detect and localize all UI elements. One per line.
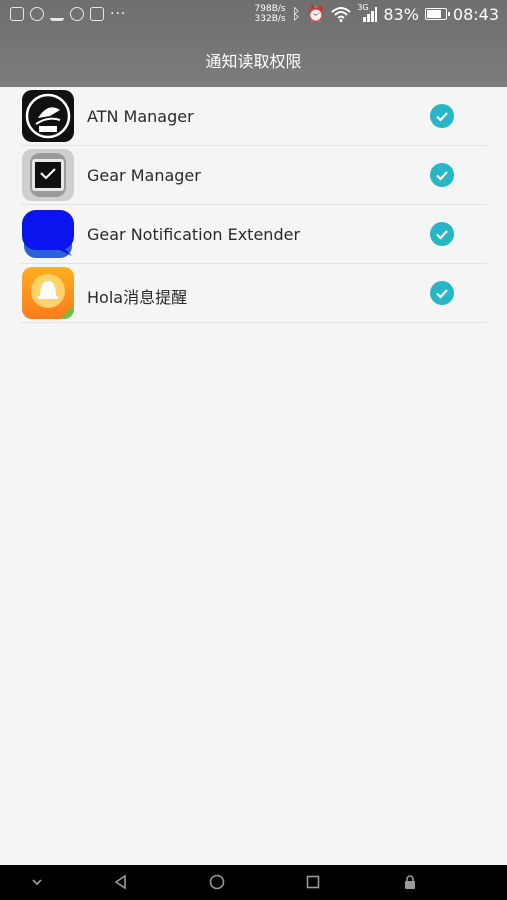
recents-icon[interactable] — [305, 874, 321, 894]
check-icon[interactable] — [430, 281, 454, 305]
more-notifications-icon: ··· — [110, 6, 127, 22]
app-name: Hola消息提醒 — [87, 288, 188, 307]
bluetooth-icon: ᛒ — [291, 5, 301, 23]
navigation-bar — [0, 865, 507, 900]
app-list: ATN Manager Gear Manager Gear Notificati… — [20, 87, 487, 323]
net-down: 798B/s — [254, 4, 286, 14]
atn-icon — [70, 7, 84, 21]
gear-manager-icon — [22, 149, 74, 201]
signal-icon: 3G — [357, 3, 378, 23]
hola-icon — [22, 267, 74, 319]
app-header: ··· 798B/s 332B/s ᛒ ⏰ 3G 83% 08:43 通知读取权… — [0, 0, 507, 87]
status-bar: ··· 798B/s 332B/s ᛒ ⏰ 3G 83% 08:43 — [0, 0, 507, 32]
network-speed: 798B/s 332B/s — [255, 4, 286, 24]
wifi-icon — [331, 7, 351, 22]
battery-percent: 83% — [383, 4, 419, 24]
check-icon[interactable] — [430, 104, 454, 128]
weather-icon — [30, 7, 44, 21]
gallery-icon — [10, 7, 24, 21]
watch-icon — [90, 7, 104, 21]
battery-icon — [424, 8, 450, 20]
page-title: 通知读取权限 — [205, 52, 302, 71]
notification-icons: ··· — [10, 7, 126, 21]
clock: 08:43 — [452, 4, 499, 24]
crown-icon — [50, 7, 64, 21]
gear-notification-extender-icon — [22, 208, 74, 260]
list-item[interactable]: Gear Manager — [20, 146, 487, 205]
app-name: Gear Manager — [87, 166, 201, 185]
atn-manager-icon — [22, 90, 74, 142]
hide-nav-icon[interactable] — [30, 874, 44, 893]
check-icon[interactable] — [430, 222, 454, 246]
app-name: ATN Manager — [87, 107, 194, 126]
back-icon[interactable] — [113, 874, 129, 894]
list-item[interactable]: Gear Notification Extender — [20, 205, 487, 264]
app-name: Gear Notification Extender — [87, 225, 301, 244]
net-up: 332B/s — [254, 14, 286, 24]
list-item[interactable]: ATN Manager — [20, 87, 487, 146]
lock-icon[interactable] — [403, 874, 417, 894]
alarm-icon: ⏰ — [306, 5, 326, 23]
home-icon[interactable] — [209, 874, 225, 894]
check-icon[interactable] — [430, 163, 454, 187]
list-item[interactable]: Hola消息提醒 — [20, 264, 487, 323]
